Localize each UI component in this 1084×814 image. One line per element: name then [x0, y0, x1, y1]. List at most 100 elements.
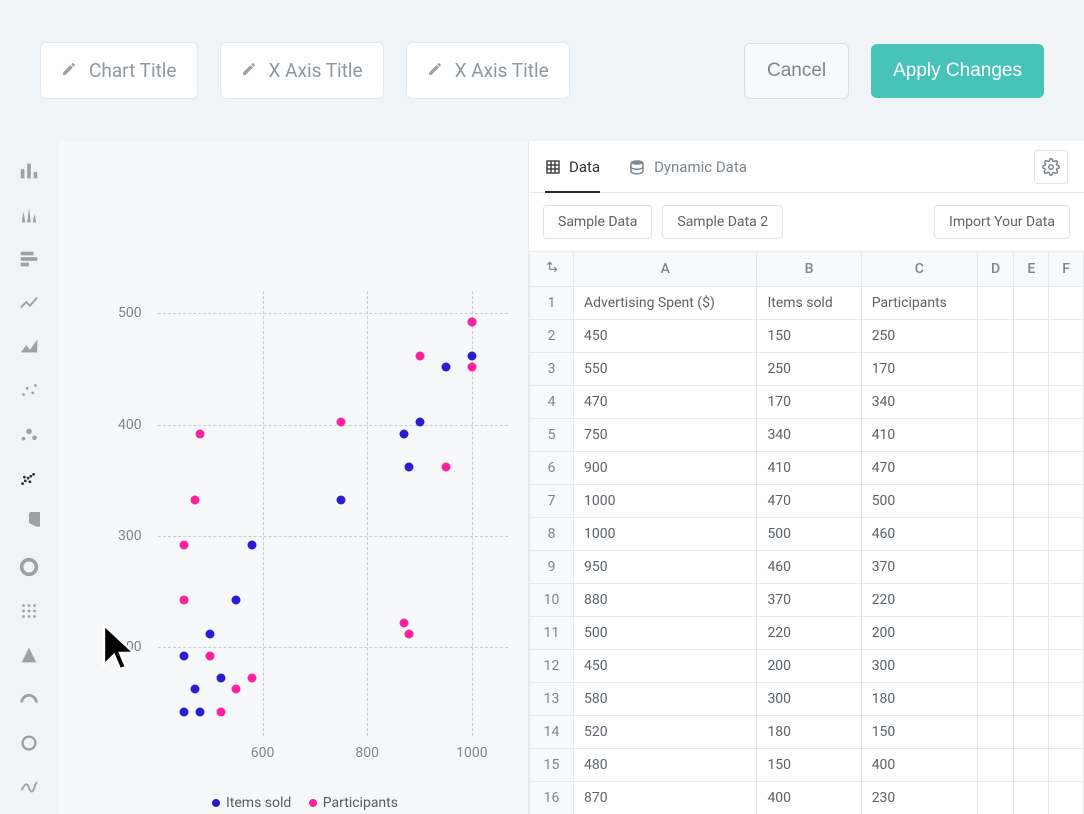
cell-9-B[interactable]: 460 [757, 551, 861, 584]
row-header-3[interactable]: 3 [530, 353, 574, 386]
cell-12-C[interactable]: 300 [861, 650, 977, 683]
spreadsheet[interactable]: ABCDEF1Advertising Spent ($)Items soldPa… [529, 251, 1084, 814]
row-header-1[interactable]: 1 [530, 287, 574, 320]
row-header-12[interactable]: 12 [530, 650, 574, 683]
cell-8-B[interactable]: 500 [757, 518, 861, 551]
cell-15-A[interactable]: 480 [574, 749, 757, 782]
cell-1-A[interactable]: Advertising Spent ($) [574, 287, 757, 320]
cell-7-F[interactable] [1049, 485, 1084, 518]
cell-7-D[interactable] [977, 485, 1013, 518]
chart-title-input[interactable]: Chart Title [40, 42, 198, 99]
area-chart-icon[interactable] [17, 335, 41, 359]
cell-1-F[interactable] [1049, 287, 1084, 320]
cell-7-E[interactable] [1014, 485, 1049, 518]
cell-8-C[interactable]: 460 [861, 518, 977, 551]
cell-12-E[interactable] [1014, 650, 1049, 683]
cell-14-E[interactable] [1014, 716, 1049, 749]
bubble-icon[interactable] [17, 423, 41, 447]
cell-9-A[interactable]: 950 [574, 551, 757, 584]
pie-chart-icon[interactable] [17, 511, 41, 535]
gauge-icon[interactable] [17, 687, 41, 711]
cell-13-B[interactable]: 300 [757, 683, 861, 716]
row-header-9[interactable]: 9 [530, 551, 574, 584]
row-header-8[interactable]: 8 [530, 518, 574, 551]
apply-button[interactable]: Apply Changes [871, 44, 1044, 98]
cell-11-A[interactable]: 500 [574, 617, 757, 650]
cell-9-D[interactable] [977, 551, 1013, 584]
cancel-button[interactable]: Cancel [744, 43, 849, 99]
cell-16-B[interactable]: 400 [757, 782, 861, 814]
col-header-E[interactable]: E [1014, 252, 1049, 287]
cell-9-F[interactable] [1049, 551, 1084, 584]
cell-11-C[interactable]: 200 [861, 617, 977, 650]
cell-13-F[interactable] [1049, 683, 1084, 716]
cell-14-B[interactable]: 180 [757, 716, 861, 749]
cell-6-F[interactable] [1049, 452, 1084, 485]
sample-data-2-button[interactable]: Sample Data 2 [662, 205, 783, 239]
cell-1-B[interactable]: Items sold [757, 287, 861, 320]
cell-14-C[interactable]: 150 [861, 716, 977, 749]
cell-4-C[interactable]: 340 [861, 386, 977, 419]
cell-14-F[interactable] [1049, 716, 1084, 749]
multi-scatter-icon[interactable] [17, 467, 41, 491]
cell-15-B[interactable]: 150 [757, 749, 861, 782]
cell-15-F[interactable] [1049, 749, 1084, 782]
row-header-2[interactable]: 2 [530, 320, 574, 353]
cell-5-E[interactable] [1014, 419, 1049, 452]
cell-6-D[interactable] [977, 452, 1013, 485]
cell-3-D[interactable] [977, 353, 1013, 386]
cell-10-D[interactable] [977, 584, 1013, 617]
horizontal-bar-icon[interactable] [17, 247, 41, 271]
cell-9-E[interactable] [1014, 551, 1049, 584]
cell-3-B[interactable]: 250 [757, 353, 861, 386]
ring-icon[interactable] [17, 731, 41, 755]
cell-5-A[interactable]: 750 [574, 419, 757, 452]
cell-12-D[interactable] [977, 650, 1013, 683]
col-header-C[interactable]: C [861, 252, 977, 287]
cell-3-A[interactable]: 550 [574, 353, 757, 386]
row-header-15[interactable]: 15 [530, 749, 574, 782]
cell-12-B[interactable]: 200 [757, 650, 861, 683]
cell-13-C[interactable]: 180 [861, 683, 977, 716]
cell-16-C[interactable]: 230 [861, 782, 977, 814]
sample-data-1-button[interactable]: Sample Data [543, 205, 652, 239]
cell-6-E[interactable] [1014, 452, 1049, 485]
cell-8-D[interactable] [977, 518, 1013, 551]
cell-10-B[interactable]: 370 [757, 584, 861, 617]
cell-16-E[interactable] [1014, 782, 1049, 814]
cell-7-A[interactable]: 1000 [574, 485, 757, 518]
cell-2-C[interactable]: 250 [861, 320, 977, 353]
cell-10-E[interactable] [1014, 584, 1049, 617]
cell-3-E[interactable] [1014, 353, 1049, 386]
cell-2-F[interactable] [1049, 320, 1084, 353]
cell-15-C[interactable]: 400 [861, 749, 977, 782]
cell-10-F[interactable] [1049, 584, 1084, 617]
cell-4-E[interactable] [1014, 386, 1049, 419]
cell-7-B[interactable]: 470 [757, 485, 861, 518]
cell-12-F[interactable] [1049, 650, 1084, 683]
col-header-A[interactable]: A [574, 252, 757, 287]
cell-14-A[interactable]: 520 [574, 716, 757, 749]
cell-5-B[interactable]: 340 [757, 419, 861, 452]
cell-11-F[interactable] [1049, 617, 1084, 650]
cell-5-D[interactable] [977, 419, 1013, 452]
cell-11-B[interactable]: 220 [757, 617, 861, 650]
row-header-13[interactable]: 13 [530, 683, 574, 716]
bar-chart-icon[interactable] [17, 159, 41, 183]
row-header-4[interactable]: 4 [530, 386, 574, 419]
cell-2-A[interactable]: 450 [574, 320, 757, 353]
line-chart-icon[interactable] [17, 291, 41, 315]
col-header-B[interactable]: B [757, 252, 861, 287]
row-header-14[interactable]: 14 [530, 716, 574, 749]
spike-chart-icon[interactable] [17, 203, 41, 227]
cell-5-C[interactable]: 410 [861, 419, 977, 452]
cell-16-A[interactable]: 870 [574, 782, 757, 814]
row-header-5[interactable]: 5 [530, 419, 574, 452]
cell-1-D[interactable] [977, 287, 1013, 320]
cell-8-E[interactable] [1014, 518, 1049, 551]
cell-14-D[interactable] [977, 716, 1013, 749]
settings-button[interactable] [1034, 150, 1068, 184]
tab-data[interactable]: Data [545, 141, 600, 192]
tab-dynamic-data[interactable]: Dynamic Data [628, 141, 747, 192]
cell-1-E[interactable] [1014, 287, 1049, 320]
